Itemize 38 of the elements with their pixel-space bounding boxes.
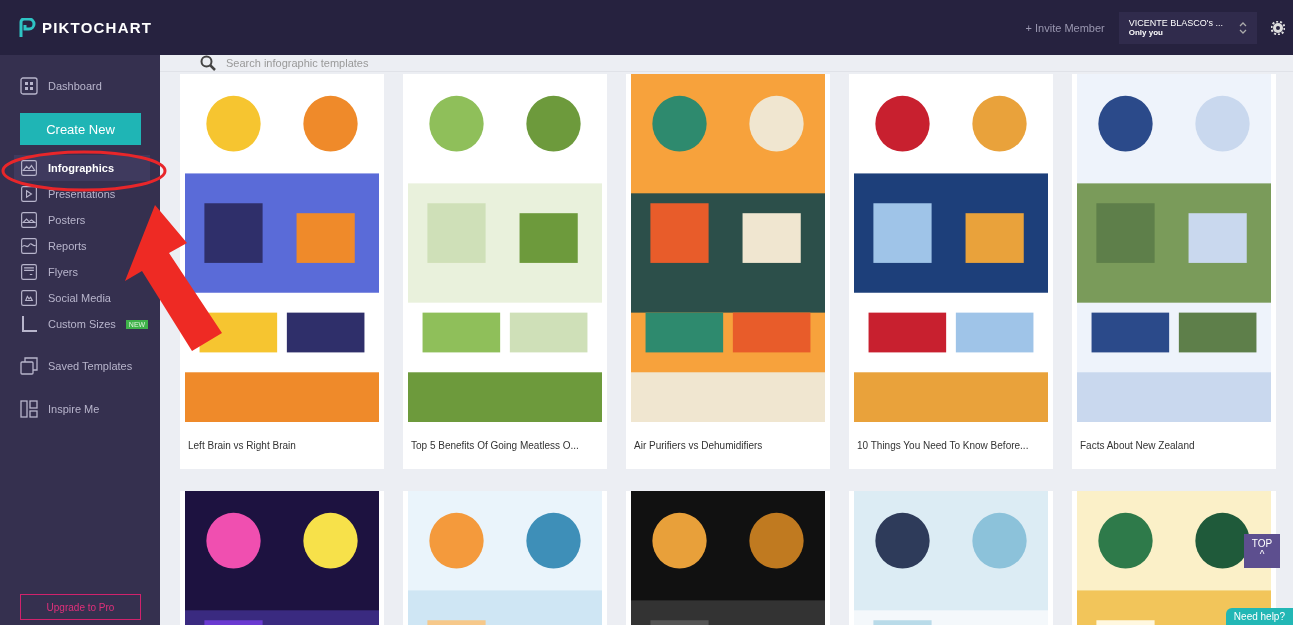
template-card[interactable]: Facts About New Zealand: [1072, 74, 1276, 469]
sidebar-item[interactable]: Custom Sizes: [48, 318, 116, 330]
logo-text: PIKTOCHART: [42, 19, 153, 36]
account-selector[interactable]: VICENTE BLASCO's ... Only you: [1118, 11, 1257, 44]
sidebar-item[interactable]: Saved Templates: [48, 360, 133, 372]
sort-caret-icon: [1239, 20, 1247, 35]
dashboard-link[interactable]: Dashboard: [48, 80, 102, 92]
stacked-pages-icon: [20, 357, 38, 375]
document-icon: [20, 263, 38, 281]
template-card[interactable]: Air Purifiers vs Dehumidifiers: [626, 74, 830, 469]
back-to-top-button[interactable]: TOP ^: [1244, 534, 1280, 568]
sidebar-item[interactable]: Flyers: [48, 266, 78, 278]
search-icon: [200, 55, 216, 71]
settings-icon[interactable]: [1271, 20, 1285, 35]
sidebar-item[interactable]: Social Media: [48, 292, 111, 304]
template-title: Air Purifiers vs Dehumidifiers: [633, 439, 764, 451]
invite-member-link[interactable]: + Invite Member: [1025, 21, 1105, 34]
template-title: 10 Things You Need To Know Before...: [856, 439, 1030, 451]
search-field[interactable]: Search infographic templates: [224, 56, 528, 70]
sidebar-item[interactable]: Inspire Me: [48, 403, 100, 415]
template-title: Top 5 Benefits Of Going Meatless O...: [410, 439, 580, 451]
template-card[interactable]: 10 Things You Need To Know Before...: [849, 74, 1053, 469]
corner-icon: [20, 315, 38, 333]
template-card[interactable]: Left Brain vs Right Brain: [180, 74, 384, 469]
template-title: Facts About New Zealand: [1079, 439, 1196, 451]
template-card[interactable]: Top 5 Benefits Of Going Meatless O...: [403, 74, 607, 469]
layout-icon: [20, 400, 38, 418]
document-icon: [20, 159, 38, 177]
logo-icon: [18, 17, 36, 38]
sidebar-item[interactable]: Posters: [48, 214, 86, 226]
sidebar-item[interactable]: Presentations: [48, 188, 116, 200]
document-icon: [20, 237, 38, 255]
document-icon: [20, 289, 38, 307]
template-title: Left Brain vs Right Brain: [187, 439, 297, 451]
document-icon: [20, 185, 38, 203]
dashboard-icon: [20, 77, 38, 95]
document-icon: [20, 211, 38, 229]
sidebar-item[interactable]: Reports: [48, 240, 87, 252]
